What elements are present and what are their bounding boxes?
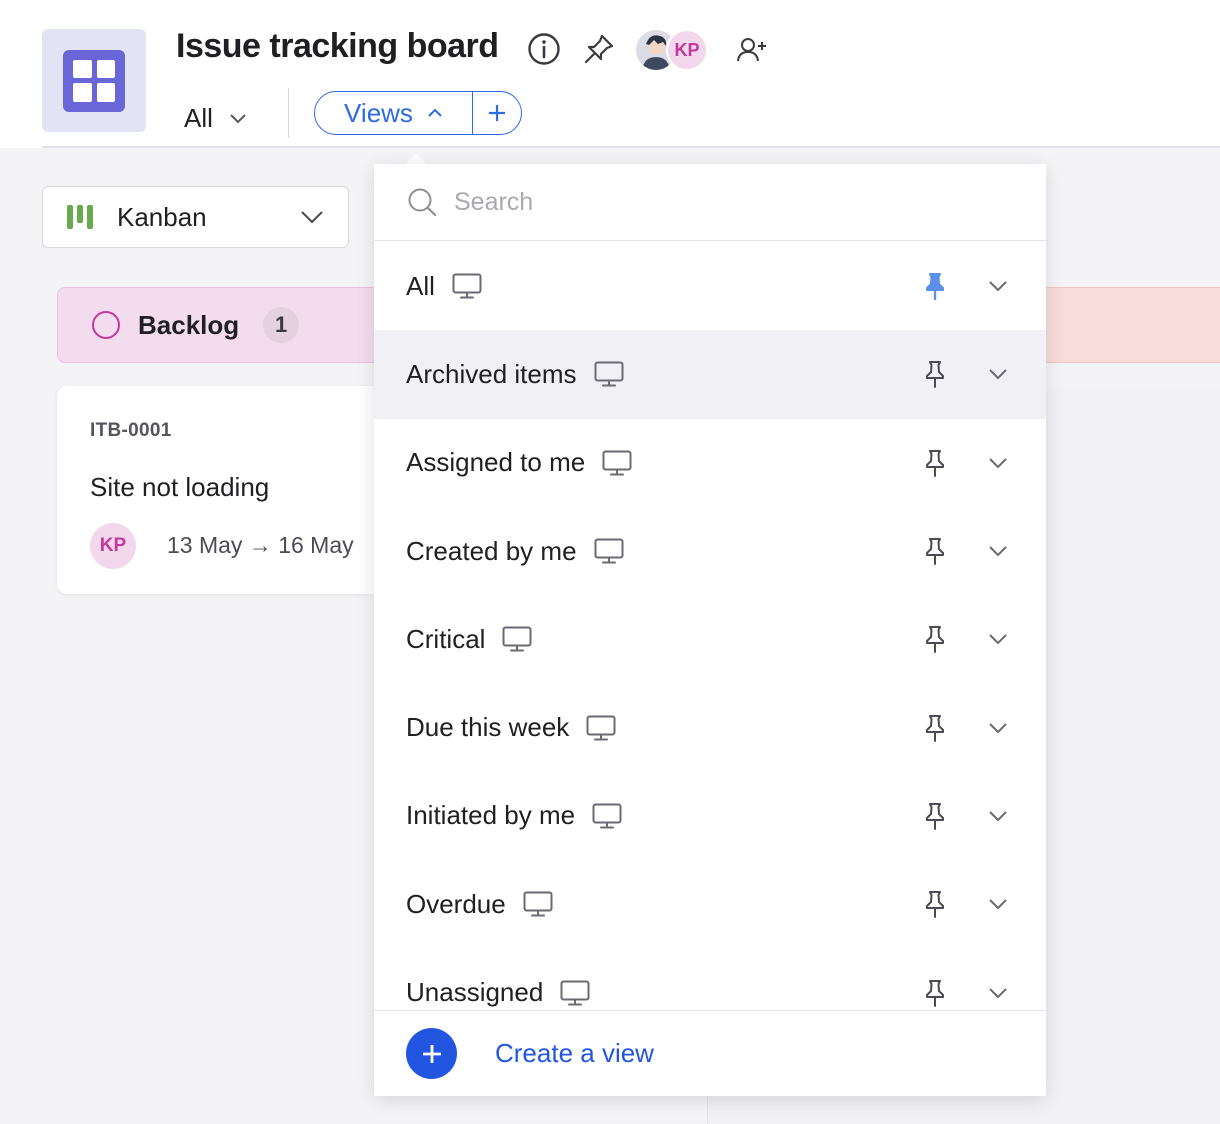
- view-item[interactable]: All: [374, 242, 1046, 330]
- column-count-badge: 1: [263, 307, 300, 343]
- chevron-down-icon[interactable]: [984, 890, 1012, 918]
- tab-divider: [288, 88, 289, 138]
- column-header-backlog[interactable]: Backlog 1: [57, 287, 387, 363]
- chevron-down-icon[interactable]: [984, 537, 1012, 565]
- member-avatar[interactable]: KP: [666, 29, 708, 71]
- header-divider: [42, 146, 1220, 148]
- tab-all[interactable]: All: [176, 90, 270, 148]
- view-item-label: Unassigned: [406, 977, 544, 1008]
- add-view-button[interactable]: [473, 92, 521, 134]
- create-view-button[interactable]: [406, 1028, 457, 1079]
- assignee-avatar[interactable]: KP: [90, 523, 136, 569]
- views-label: Views: [344, 97, 413, 128]
- issue-id: ITB-0001: [90, 420, 172, 441]
- chevron-down-icon[interactable]: [984, 272, 1012, 300]
- chevron-down-icon[interactable]: [984, 802, 1012, 830]
- create-view-row[interactable]: Create a view: [374, 1010, 1046, 1096]
- chevron-down-icon[interactable]: [984, 979, 1012, 1007]
- chevron-down-icon[interactable]: [984, 625, 1012, 653]
- info-icon[interactable]: [526, 31, 562, 67]
- view-item[interactable]: Unassigned: [374, 948, 1046, 1010]
- issue-dates: 13 May → 16 May: [167, 532, 354, 558]
- chevron-down-icon: [301, 211, 323, 224]
- view-item-label: Assigned to me: [406, 447, 586, 478]
- tab-all-label: All: [184, 102, 213, 133]
- monitor-icon: [501, 625, 533, 653]
- view-item-label: Created by me: [406, 535, 577, 566]
- monitor-icon: [601, 449, 633, 477]
- plus-icon: [422, 1044, 441, 1063]
- view-item-label: Critical: [406, 623, 486, 654]
- view-item-label: Due this week: [406, 712, 570, 743]
- pin-icon[interactable]: [920, 624, 950, 654]
- column-header-2[interactable]: [1040, 287, 1220, 363]
- add-member-icon[interactable]: [734, 32, 770, 68]
- layout-select[interactable]: Kanban: [42, 186, 349, 248]
- chevron-down-icon[interactable]: [984, 714, 1012, 742]
- monitor-icon: [593, 360, 625, 388]
- issue-title: Site not loading: [90, 472, 270, 502]
- view-item[interactable]: Assigned to me: [374, 419, 1046, 507]
- page-header: Issue tracking board KP All Views: [0, 0, 1220, 148]
- monitor-icon: [591, 802, 623, 830]
- view-item-label: Archived items: [406, 358, 577, 389]
- pin-icon[interactable]: [920, 889, 950, 919]
- layout-select-label: Kanban: [117, 201, 207, 232]
- chevron-down-icon[interactable]: [984, 449, 1012, 477]
- search-icon: [408, 188, 437, 217]
- views-button-group: Views: [314, 91, 522, 135]
- view-item[interactable]: Created by me: [374, 507, 1046, 595]
- view-item-label: Initiated by me: [406, 800, 576, 831]
- view-item[interactable]: Archived items: [374, 330, 1046, 419]
- view-item-label: Overdue: [406, 888, 506, 919]
- view-item-label: All: [406, 270, 435, 301]
- view-item[interactable]: Initiated by me: [374, 772, 1046, 860]
- view-item[interactable]: Critical: [374, 595, 1046, 683]
- chevron-up-icon: [428, 108, 442, 117]
- search-input[interactable]: [454, 187, 1014, 217]
- views-button[interactable]: Views: [315, 92, 473, 134]
- app-icon[interactable]: [42, 29, 146, 132]
- pin-icon[interactable]: [920, 713, 950, 743]
- column-title: Backlog: [138, 309, 240, 340]
- monitor-icon: [559, 979, 591, 1007]
- create-view-label[interactable]: Create a view: [495, 1038, 654, 1069]
- pin-icon[interactable]: [920, 978, 950, 1008]
- monitor-icon: [451, 272, 483, 300]
- plus-icon: [489, 105, 505, 121]
- view-item[interactable]: Due this week: [374, 683, 1046, 771]
- pinned-icon[interactable]: [920, 271, 950, 301]
- views-dropdown: All Archived items Assigned to me Created b…: [374, 164, 1046, 1096]
- pin-icon[interactable]: [920, 359, 950, 389]
- grid-icon: [63, 49, 125, 112]
- views-list: All Archived items Assigned to me Created b…: [374, 242, 1046, 1010]
- views-search: [374, 164, 1046, 241]
- monitor-icon: [522, 890, 554, 918]
- view-item[interactable]: Overdue: [374, 860, 1046, 948]
- chevron-down-icon[interactable]: [984, 360, 1012, 388]
- pin-icon[interactable]: [920, 536, 950, 566]
- monitor-icon: [593, 537, 625, 565]
- pin-icon[interactable]: [580, 30, 618, 68]
- pin-icon[interactable]: [920, 801, 950, 831]
- status-circle-icon: [92, 311, 120, 339]
- pin-icon[interactable]: [920, 448, 950, 478]
- page-title: Issue tracking board: [176, 27, 499, 65]
- chevron-down-icon: [230, 114, 246, 124]
- kanban-icon: [67, 205, 93, 229]
- monitor-icon: [585, 714, 617, 742]
- issue-card[interactable]: ITB-0001 Site not loading KP 13 May → 16…: [57, 386, 387, 594]
